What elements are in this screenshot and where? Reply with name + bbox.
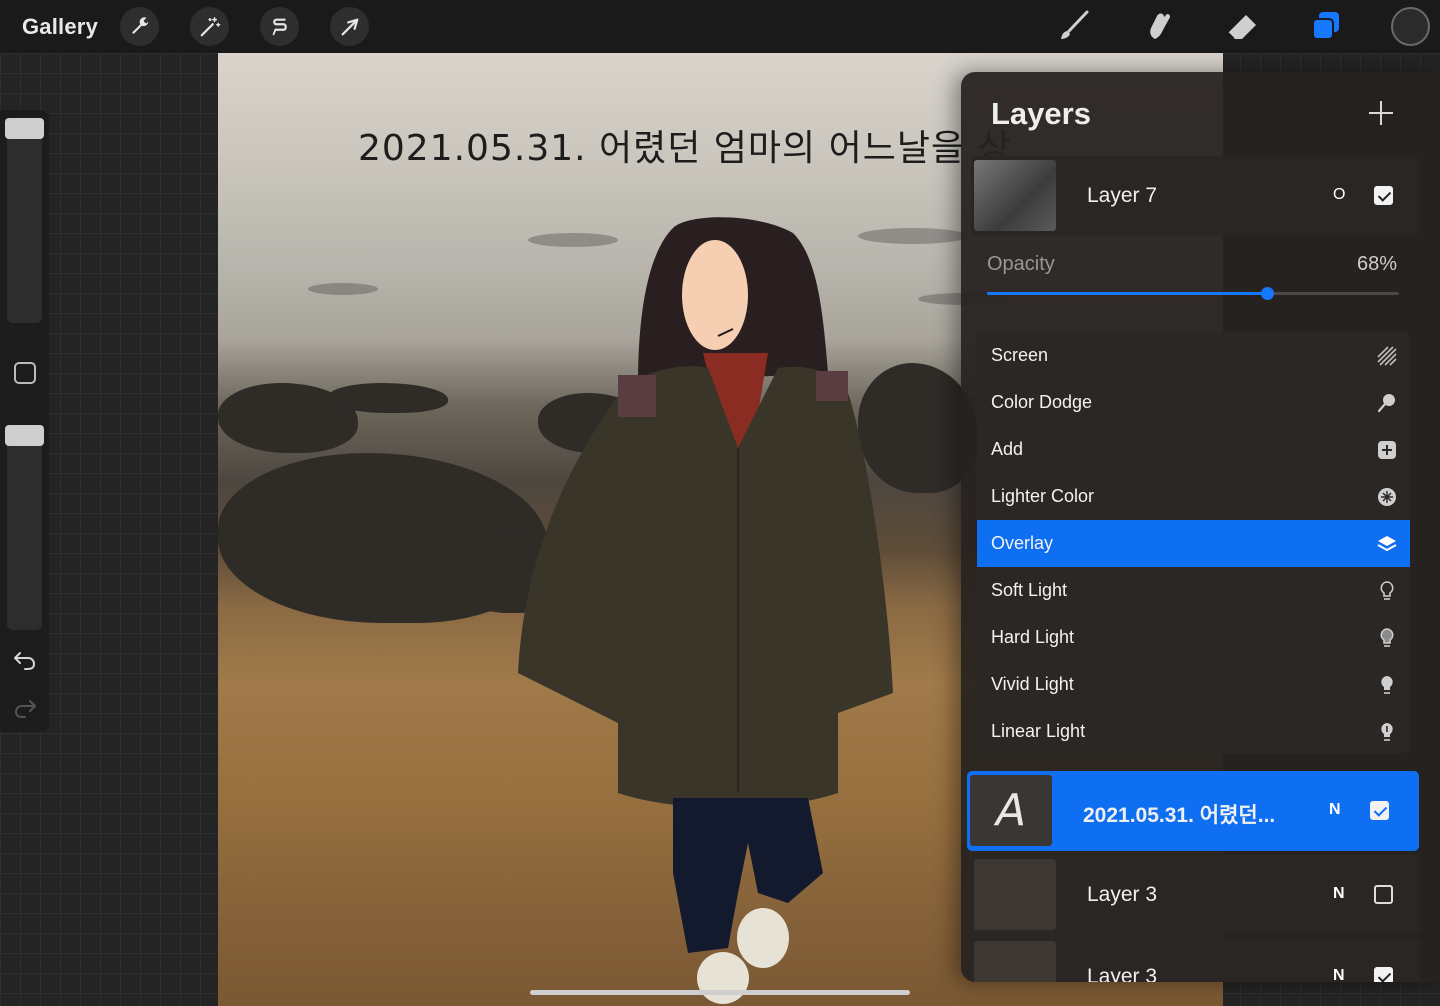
brush-icon[interactable] [1054,6,1094,46]
layer-row-layer-3[interactable]: Layer 3 N [971,937,1420,982]
bulb-outline-icon [1380,581,1394,600]
selection-icon[interactable] [260,7,299,46]
text-layer-glyph: A [995,785,1027,836]
layer-name: Layer 7 [1087,184,1158,207]
gallery-button[interactable]: Gallery [22,14,98,40]
blend-mode-add[interactable]: Add [977,426,1410,473]
opacity-slider-fill [987,292,1267,295]
blend-mode-label: Overlay [991,533,1054,553]
hatch-icon [1377,346,1397,366]
layer-blend-mode-button[interactable]: N [1333,885,1345,903]
layer-name: 2021.05.31. 어렸던... [1083,804,1276,827]
home-indicator [530,990,910,995]
blend-mode-vivid-light[interactable]: Vivid Light [977,661,1410,708]
plus-square-icon [1378,441,1396,459]
layer-blend-mode-button[interactable]: N [1333,967,1345,982]
undo-icon[interactable] [12,647,38,673]
wrench-icon[interactable] [120,7,159,46]
smudge-icon[interactable] [1138,6,1178,46]
redo-icon[interactable] [12,695,38,721]
opacity-value: 68% [1357,253,1398,275]
blend-mode-label: Screen [991,345,1049,365]
blend-mode-overlay[interactable]: Overlay [977,520,1410,567]
brush-size-slider[interactable] [5,118,44,323]
brush-opacity-thumb[interactable] [5,425,44,446]
layers-panel: Layers Layer 7 O Opacity 68% Screen Colo… [961,72,1440,982]
blend-mode-lighter-color[interactable]: Lighter Color [977,473,1410,520]
blend-mode-label: Linear Light [991,721,1086,741]
layer-thumbnail [974,859,1056,930]
layer-name: Layer 3 [1087,965,1158,982]
layers-panel-title: Layers [991,96,1091,131]
left-sidebar [0,110,49,732]
dodge-icon [1377,394,1395,413]
blend-mode-label: Add [991,439,1024,459]
sparkle-icon [1378,488,1396,506]
blend-mode-color-dodge[interactable]: Color Dodge [977,379,1410,426]
brush-opacity-slider[interactable] [5,425,44,630]
layer-row-layer-7[interactable]: Layer 7 O [971,156,1420,236]
layer-thumbnail [974,941,1056,982]
layers-icon[interactable] [1306,6,1346,46]
opacity-slider[interactable] [987,287,1399,300]
blend-mode-hard-light[interactable]: Hard Light [977,614,1410,661]
blend-mode-label: Lighter Color [991,486,1095,506]
eraser-icon[interactable] [1222,6,1262,46]
brush-size-thumb[interactable] [5,118,44,139]
bulb-filled-icon [1381,676,1393,694]
opacity-slider-thumb[interactable] [1261,287,1274,300]
layer-thumbnail: A [970,775,1052,846]
layer-visibility-checkbox[interactable] [1374,186,1393,205]
plus-icon[interactable] [1366,98,1396,128]
layer-blend-mode-button[interactable]: N [1329,801,1341,819]
layer-blend-mode-button[interactable]: O [1333,186,1345,204]
top-toolbar: Gallery [0,0,1440,53]
bulb-glow-icon [1381,723,1393,741]
layer-row-text-layer[interactable]: A 2021.05.31. 어렸던... N [967,771,1419,851]
blend-mode-soft-light[interactable]: Soft Light [977,567,1410,614]
blend-mode-linear-light[interactable]: Linear Light [977,708,1410,753]
layers-stack-icon [1377,536,1397,552]
transform-arrow-icon[interactable] [330,7,369,46]
layer-visibility-checkbox[interactable] [1374,885,1393,904]
magic-wand-icon[interactable] [190,7,229,46]
layer-thumbnail [974,160,1056,231]
square-modifier-icon[interactable] [14,362,36,384]
layer-name: Layer 3 [1087,883,1158,906]
layer-visibility-checkbox[interactable] [1374,967,1393,982]
blend-mode-label: Color Dodge [991,392,1093,412]
layer-row-layer-3[interactable]: Layer 3 N [971,855,1420,935]
bulb-half-icon [1380,628,1394,647]
blend-mode-label: Vivid Light [991,674,1074,694]
opacity-label: Opacity [987,253,1055,275]
layer-visibility-checkbox[interactable] [1370,801,1389,820]
blend-mode-label: Hard Light [991,627,1075,647]
blend-mode-list: Screen Color Dodge Add Lighter Color Ove… [977,332,1410,753]
blend-mode-label: Soft Light [991,580,1068,600]
blend-mode-screen[interactable]: Screen [977,332,1410,379]
color-picker-button[interactable] [1391,7,1430,46]
